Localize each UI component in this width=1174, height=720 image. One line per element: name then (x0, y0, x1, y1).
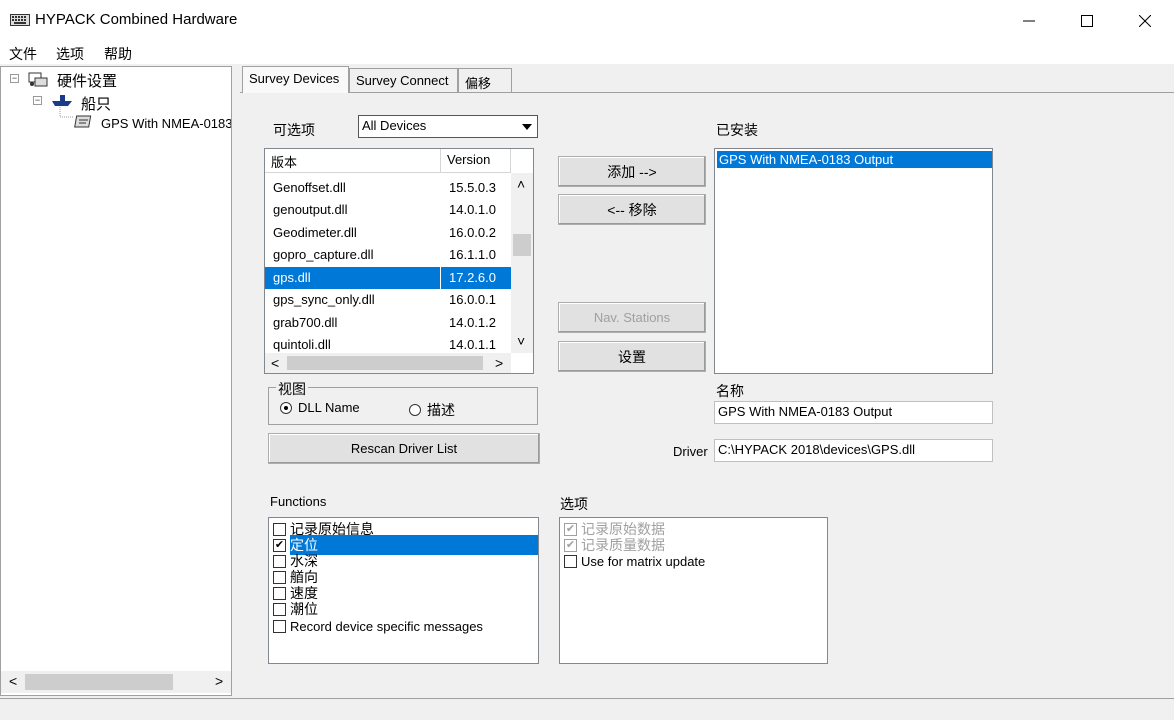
hardware-tree[interactable]: − 硬件设置 − 船只 GPS With NMEA-0183 Output (0, 66, 232, 696)
checkbox[interactable] (273, 586, 286, 600)
hardware-icon (28, 72, 48, 87)
maximize-icon (1081, 15, 1093, 27)
keyboard-icon (10, 14, 30, 26)
checkbox-checked[interactable]: ✔ (273, 538, 286, 552)
menu-bar: 文件 选项 帮助 (0, 42, 1174, 64)
device-row[interactable]: genoutput.dll 14.0.1.0 (265, 199, 511, 221)
option-item-disabled: ✔ 记录质量数据 (564, 537, 665, 553)
list-vertical-scrollbar[interactable]: ˄ ˅ (511, 173, 533, 353)
available-devices-list[interactable]: 版本 Version Genoffset.dll 15.5.0.3 genoutp… (264, 148, 534, 374)
boat-icon (52, 95, 72, 106)
scroll-up-icon[interactable]: ˄ (517, 176, 525, 192)
radio-description[interactable]: 描述 (409, 400, 455, 420)
checkbox-checked: ✔ (564, 522, 577, 536)
checkbox[interactable] (273, 619, 286, 633)
scroll-thumb[interactable] (287, 356, 483, 370)
rescan-driver-list-button[interactable]: Rescan Driver List (268, 433, 540, 464)
tree-vessel-label[interactable]: 船只 (81, 93, 111, 114)
tab-survey-connect[interactable]: Survey Connect (349, 68, 458, 92)
scroll-right-icon[interactable]: > (215, 673, 223, 689)
remove-button[interactable]: <-- 移除 (558, 194, 706, 225)
device-row[interactable]: gopro_capture.dll 16.1.1.0 (265, 244, 511, 266)
installed-item-selected[interactable]: GPS With NMEA-0183 Output (717, 151, 992, 168)
scroll-down-icon[interactable]: ˅ (517, 333, 525, 349)
radio-icon (409, 404, 421, 416)
tree-device-label[interactable]: GPS With NMEA-0183 Output (101, 116, 231, 131)
column-header-version[interactable]: Version (441, 149, 511, 173)
close-icon (1139, 15, 1151, 27)
option-item[interactable]: Use for matrix update (564, 553, 705, 569)
driver-label: Driver (673, 444, 708, 459)
device-row[interactable]: Genoffset.dll 15.5.0.3 (265, 177, 511, 199)
add-button[interactable]: 添加 --> (558, 156, 706, 187)
installed-label: 已安装 (716, 122, 758, 138)
device-rows: Genoffset.dll 15.5.0.3 genoutput.dll 14.0.… (265, 177, 511, 353)
device-row[interactable]: grab700.dll 14.0.1.2 (265, 312, 511, 334)
checkbox[interactable] (273, 602, 286, 616)
tree-vessel-toggle[interactable]: − (33, 96, 42, 105)
checkbox-checked: ✔ (564, 538, 577, 552)
checkbox[interactable] (273, 570, 286, 584)
scroll-right-icon[interactable]: > (495, 355, 503, 371)
minimize-icon (1023, 20, 1035, 22)
scroll-left-icon[interactable]: < (271, 355, 279, 371)
checkbox[interactable] (273, 522, 286, 536)
close-button[interactable] (1116, 0, 1174, 42)
scroll-left-icon[interactable]: < (9, 673, 17, 689)
status-bar (0, 698, 1174, 720)
tree-connector (59, 107, 74, 118)
device-row[interactable]: gps_sync_only.dll 16.0.0.1 (265, 289, 511, 311)
nav-stations-button[interactable]: Nav. Stations (558, 302, 706, 333)
device-row-selected[interactable]: gps.dll 17.2.6.0 (265, 267, 511, 289)
device-row[interactable]: Geodimeter.dll 16.0.0.2 (265, 222, 511, 244)
window-title: HYPACK Combined Hardware (35, 11, 238, 28)
function-item[interactable]: 潮位 (273, 601, 318, 617)
setup-button[interactable]: 设置 (558, 341, 706, 372)
dropdown-arrow[interactable] (518, 117, 536, 136)
functions-label: Functions (270, 494, 327, 509)
checkbox[interactable] (564, 554, 577, 568)
device-icon (74, 115, 92, 128)
menu-file[interactable]: 文件 (9, 44, 37, 64)
device-filter-value: All Devices (362, 118, 427, 133)
minimize-button[interactable] (1000, 0, 1058, 42)
device-row[interactable]: quintoli.dll 14.0.1.1 (265, 334, 511, 353)
view-group-label: 视图 (276, 379, 308, 399)
installed-devices-list[interactable]: GPS With NMEA-0183 Output (714, 148, 993, 374)
menu-help[interactable]: 帮助 (104, 44, 132, 64)
driver-field[interactable]: C:\HYPACK 2018\devices\GPS.dll (714, 439, 993, 462)
tree-collapse-toggle[interactable]: − (10, 74, 19, 83)
name-label: 名称 (716, 383, 744, 399)
scroll-thumb[interactable] (25, 674, 173, 690)
maximize-button[interactable] (1058, 0, 1116, 42)
title-bar: HYPACK Combined Hardware (0, 0, 1174, 42)
checkbox[interactable] (273, 554, 286, 568)
tree-horizontal-scrollbar[interactable]: < > (1, 671, 231, 693)
scroll-thumb[interactable] (513, 234, 531, 256)
tab-offset[interactable]: 偏移 (458, 68, 512, 92)
available-label: 可选项 (273, 122, 315, 138)
function-item[interactable]: Record device specific messages (273, 618, 483, 634)
tab-survey-devices[interactable]: Survey Devices (242, 66, 349, 93)
device-filter-dropdown[interactable]: All Devices (358, 115, 538, 138)
options-label: 选项 (560, 496, 588, 512)
functions-list[interactable]: 记录原始信息 ✔ 定位 水深 艏向 速度 潮位 Record device spe… (268, 517, 539, 664)
list-horizontal-scrollbar[interactable]: < > (265, 353, 511, 373)
name-field[interactable]: GPS With NMEA-0183 Output (714, 401, 993, 424)
radio-icon (280, 401, 292, 414)
options-list[interactable]: ✔ 记录原始数据 ✔ 记录质量数据 Use for matrix update (559, 517, 828, 664)
radio-dll-name[interactable]: DLL Name (280, 400, 360, 415)
column-header-name[interactable]: 版本 (265, 149, 441, 173)
tree-root-label[interactable]: 硬件设置 (57, 70, 117, 91)
menu-options[interactable]: 选项 (56, 44, 84, 64)
chevron-down-icon (522, 123, 532, 130)
